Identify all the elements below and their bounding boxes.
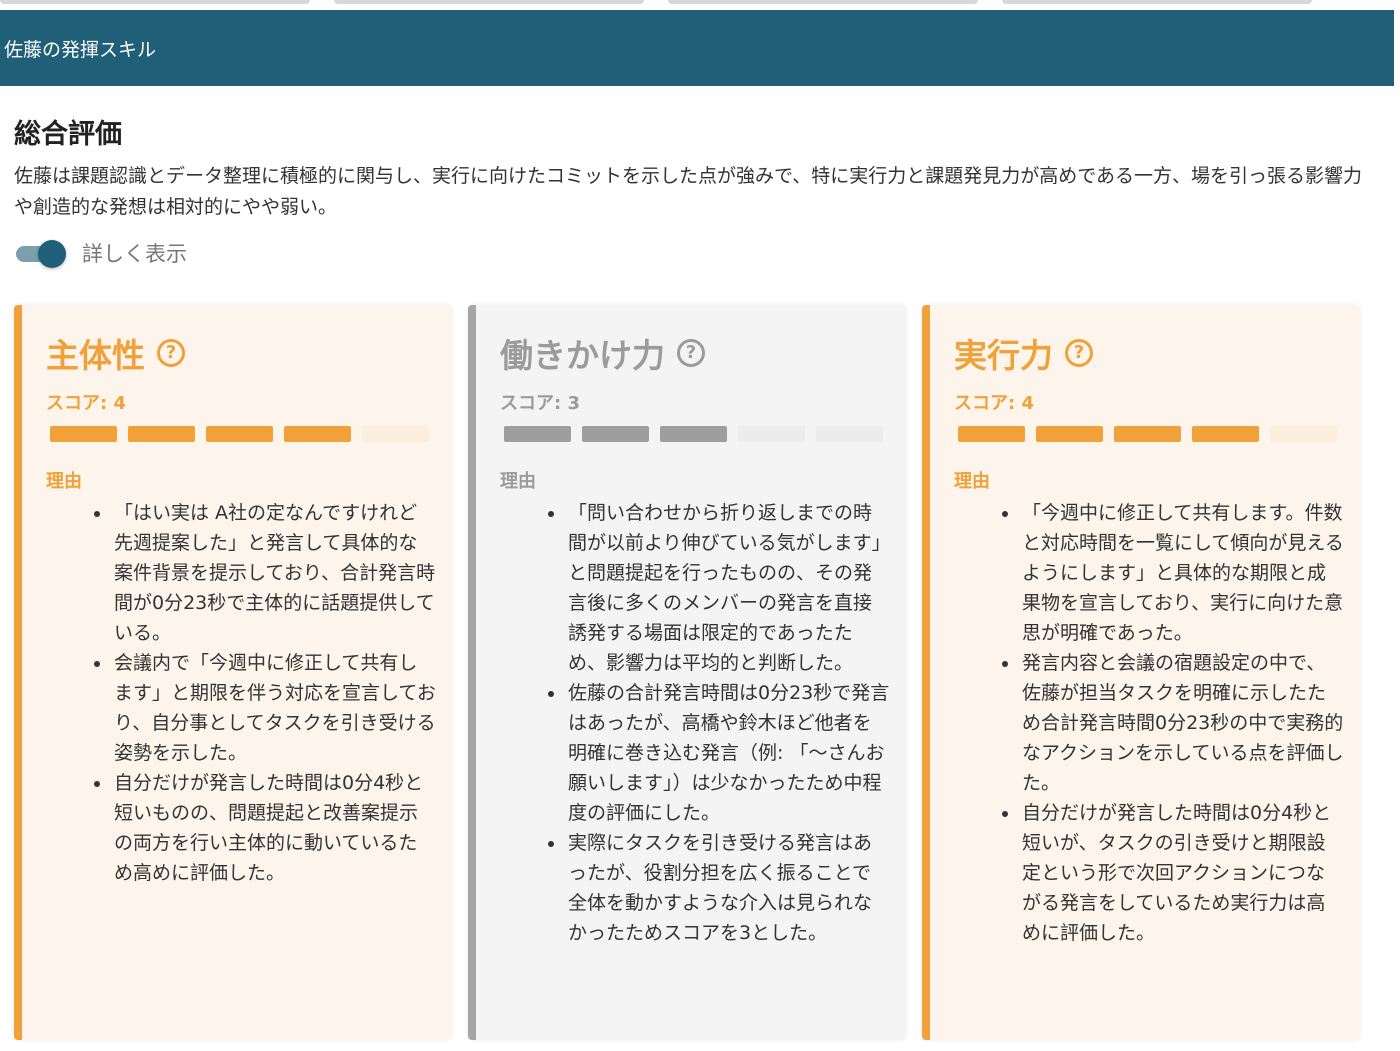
score-label: スコア: 4 [46,393,126,414]
tab-stub[interactable] [1002,0,1312,4]
score-label: スコア: 4 [954,393,1034,414]
score-segment-empty [738,426,805,442]
help-circle-icon[interactable]: ? [677,339,705,367]
skill-card-influence: 働きかけ力 ? スコア: 3 理由 「問い合わせから折り返しまでの時間が以前より… [468,305,906,1040]
help-circle-icon[interactable]: ? [1065,339,1093,367]
card-title-text: 実行力 [954,336,1053,375]
list-item: 実際にタスクを引き受ける発言はあったが、役割分担を広く振ることで全体を動かすよう… [548,828,890,948]
score-segment-filled [128,426,195,442]
detail-toggle-row: 詳しく表示 [16,236,187,270]
header-bar: 佐藤の発揮スキル [0,10,1394,86]
score-segment-empty [362,426,429,442]
card-title-text: 働きかけ力 [500,336,665,375]
reason-label: 理由 [500,471,536,492]
score-bar [50,426,429,442]
score-segment-empty [816,426,883,442]
list-item: 会議内で「今週中に修正して共有します」と期限を伴う対応を宣言しており、自分事とし… [94,648,436,768]
page-title: 佐藤の発揮スキル [4,38,157,61]
score-segment-filled [206,426,273,442]
list-item: 「今週中に修正して共有します。件数と対応時間を一覧にして傾向が見えるようにします… [1002,498,1344,648]
list-item: 「問い合わせから折り返しまでの時間が以前より伸びている気がします」と問題提起を行… [548,498,890,678]
score-bar [504,426,883,442]
card-title: 実行力 ? [954,329,1093,377]
reason-list: 「はい実は A社の定なんですけれど先週提案した」と発言して具体的な案件背景を提示… [94,498,436,888]
reason-label: 理由 [46,471,82,492]
score-segment-filled [1114,426,1181,442]
summary-heading: 総合評価 [14,119,122,150]
card-title: 働きかけ力 ? [500,329,705,377]
score-segment-empty [1270,426,1337,442]
list-item: 自分だけが発言した時間は0分4秒と短いが、タスクの引き受けと期限設定という形で次… [1002,798,1344,948]
score-segment-filled [1036,426,1103,442]
toggle-label: 詳しく表示 [82,242,187,266]
list-item: 「はい実は A社の定なんですけれど先週提案した」と発言して具体的な案件背景を提示… [94,498,436,648]
score-segment-filled [284,426,351,442]
card-title: 主体性 ? [46,329,185,377]
overall-evaluation: 総合評価 佐藤は課題認識とデータ整理に積極的に関与し、実行に向けたコミットを示し… [14,112,1364,223]
detail-toggle[interactable] [16,236,66,270]
list-item: 佐藤の合計発言時間は0分23秒で発言はあったが、高橋や鈴木ほど他者を明確に巻き込… [548,678,890,828]
score-bar [958,426,1337,442]
help-circle-icon[interactable]: ? [157,339,185,367]
tab-stub[interactable] [668,0,978,4]
list-item: 発言内容と会議の宿題設定の中で、佐藤が担当タスクを明確に示したため合計発言時間0… [1002,648,1344,798]
reason-label: 理由 [954,471,990,492]
tab-stub[interactable] [0,0,310,4]
list-item: 自分だけが発言した時間は0分4秒と短いものの、問題提起と改善案提示の両方を行い主… [94,768,436,888]
summary-text: 佐藤は課題認識とデータ整理に積極的に関与し、実行に向けたコミットを示した点が強み… [14,165,1363,218]
score-segment-filled [1192,426,1259,442]
score-segment-filled [958,426,1025,442]
toggle-thumb[interactable] [38,240,66,268]
score-segment-filled [582,426,649,442]
reason-list: 「今週中に修正して共有します。件数と対応時間を一覧にして傾向が見えるようにします… [1002,498,1344,948]
top-tabs [0,0,1400,10]
skill-card-execution: 実行力 ? スコア: 4 理由 「今週中に修正して共有します。件数と対応時間を一… [922,305,1360,1040]
score-segment-filled [660,426,727,442]
score-segment-filled [50,426,117,442]
score-segment-filled [504,426,571,442]
card-title-text: 主体性 [46,336,145,375]
skill-card-initiative: 主体性 ? スコア: 4 理由 「はい実は A社の定なんですけれど先週提案した」… [14,305,452,1040]
reason-list: 「問い合わせから折り返しまでの時間が以前より伸びている気がします」と問題提起を行… [548,498,890,948]
tab-stub[interactable] [334,0,644,4]
score-label: スコア: 3 [500,393,580,414]
